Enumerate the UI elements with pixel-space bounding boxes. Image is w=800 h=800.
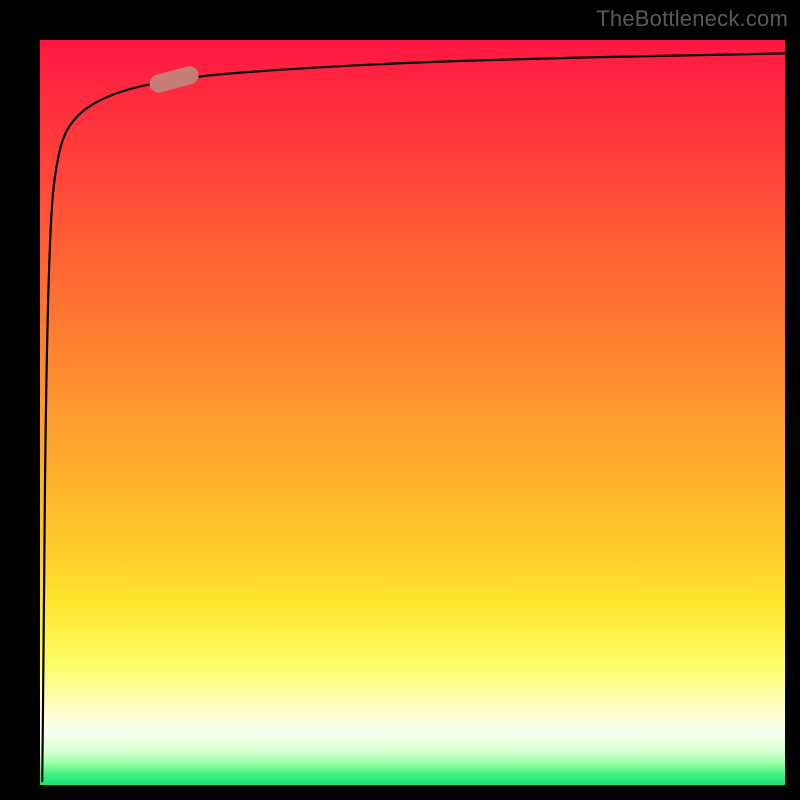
chart-frame: TheBottleneck.com <box>0 0 800 800</box>
attribution-label: TheBottleneck.com <box>596 6 788 32</box>
marker-pill <box>148 64 201 94</box>
bottleneck-curve <box>42 53 785 781</box>
chart-svg <box>40 40 785 785</box>
curve-path <box>42 53 785 781</box>
curve-marker <box>148 64 201 94</box>
chart-plot-area <box>40 40 785 785</box>
